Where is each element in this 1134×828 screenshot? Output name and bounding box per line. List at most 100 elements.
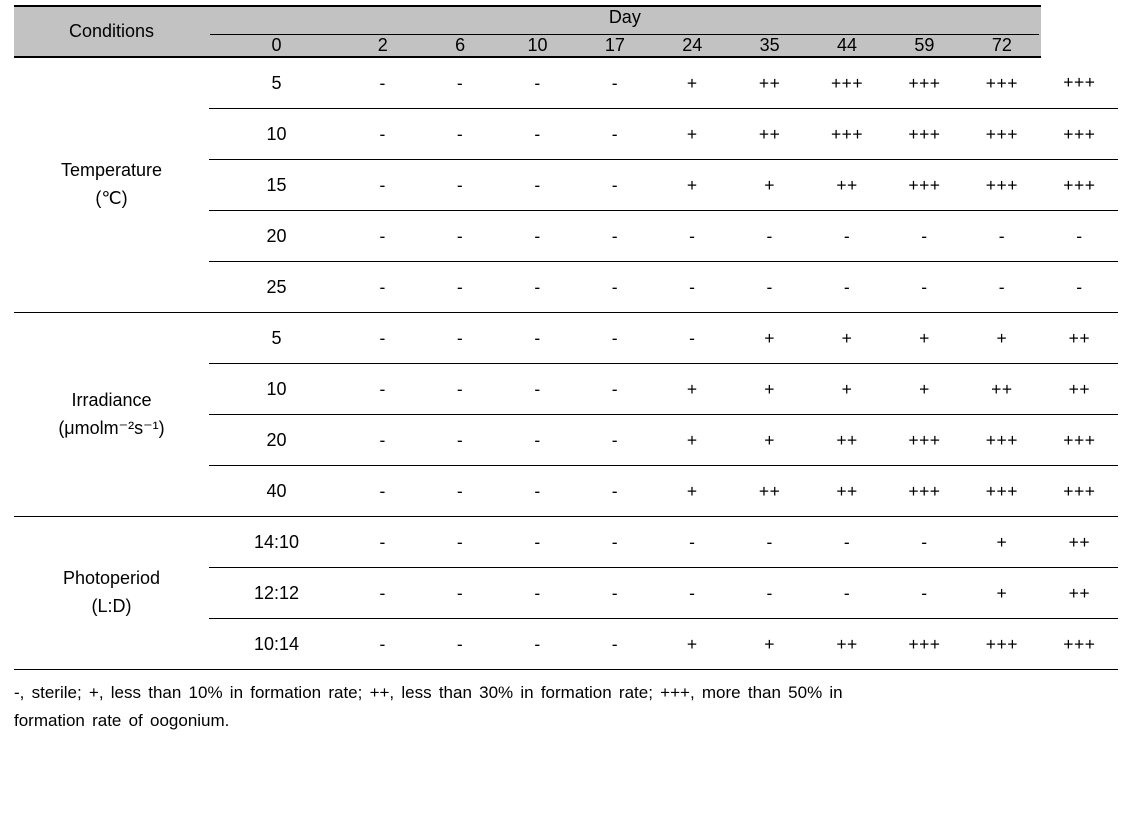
table-row: Temperature (℃) 5- - - - + ++ +++ +++ +++ +++ — [14, 57, 1118, 208]
footnote-line-2: formation rate of oogonium. — [14, 710, 230, 730]
row-sub-label: 10 — [209, 108, 344, 160]
cell-value: +++ — [1063, 72, 1096, 92]
cell-value: + — [885, 363, 964, 415]
cell-value: - — [498, 159, 577, 211]
cell-value: + — [963, 516, 1041, 568]
header-day-59: 59 — [885, 35, 964, 58]
row-sub-label: 40 — [209, 465, 344, 517]
cell-value: - — [421, 618, 499, 670]
table-bottom-rule — [14, 669, 1119, 670]
row-sub-label: 25 — [209, 261, 344, 313]
cell-value: + — [653, 414, 731, 466]
cell-value: - — [344, 414, 422, 466]
cell-value: +++ — [985, 72, 1018, 93]
cell-value: - — [808, 210, 886, 262]
cell-value: - — [421, 567, 499, 619]
group-label-unit: (L:D) — [91, 596, 132, 616]
row-sub-label: 10:14 — [209, 618, 344, 670]
cell-value: - — [808, 567, 886, 619]
header-day-72: 72 — [963, 35, 1041, 58]
row-sub-label: 15 — [209, 159, 344, 211]
cell-value: + — [885, 312, 964, 364]
table-row: Irradiance (μmolm⁻²s⁻¹) 5- - - - - + + + + ++ — [14, 312, 1119, 517]
cell-value: - — [344, 567, 422, 619]
cell-value: - — [421, 516, 499, 568]
cell-value: - — [808, 516, 886, 568]
group-label-name: Photoperiod — [62, 568, 161, 589]
cell-value: +++ — [1040, 465, 1119, 517]
cell-value: +++ — [808, 108, 886, 160]
cell-value: - — [344, 363, 422, 415]
cell-value: - — [344, 618, 422, 670]
cell-value: - — [963, 210, 1041, 262]
bottom-rule-cell — [14, 669, 1119, 670]
cell-value: +++ — [885, 414, 964, 466]
cell-value: + — [808, 363, 886, 415]
header-day-10: 10 — [498, 35, 577, 58]
cell-value: - — [576, 363, 654, 415]
cell-value: +++ — [1040, 108, 1119, 160]
cell-value: ++ — [730, 108, 809, 160]
cell-value: - — [498, 312, 577, 364]
group-label-cell: Irradiance (μmolm⁻²s⁻¹) — [14, 312, 209, 517]
group-label-cell: Temperature (℃) — [14, 57, 209, 313]
table-header: Conditions Day 0 2 6 10 17 24 35 44 59 72 — [14, 5, 1118, 58]
cell-value: - — [534, 72, 541, 93]
cell-value: - — [498, 108, 577, 160]
cell-value: - — [611, 72, 619, 93]
cell-value: - — [498, 210, 577, 262]
row-sub-label: 20 — [209, 210, 344, 262]
cell-value: - — [344, 159, 422, 211]
cell-value: - — [379, 72, 386, 93]
cell-value: - — [421, 414, 499, 466]
cell-value: +++ — [885, 108, 964, 160]
cell-value: + — [963, 312, 1041, 364]
cell-value: - — [1040, 210, 1119, 262]
cell-value: +++ — [963, 618, 1041, 670]
cell-value: - — [421, 312, 499, 364]
cell-value: - — [421, 159, 499, 211]
group-label-name: Temperature — [60, 160, 163, 181]
cell-value: +++ — [885, 159, 964, 211]
group-label-name: Irradiance — [71, 389, 152, 410]
group-label-cell: Photoperiod (L:D) — [14, 516, 209, 670]
cell-value: - — [344, 261, 422, 313]
table-figure: Conditions Day 0 2 6 10 17 24 35 44 59 72 Tempera… — [0, 0, 1134, 828]
header-row-group: Conditions Day — [14, 5, 1118, 58]
cell-value: - — [456, 72, 464, 93]
cell-value: - — [885, 567, 964, 619]
cell-value: - — [576, 261, 654, 313]
cell-value: - — [576, 210, 654, 262]
cell-value: - — [344, 210, 422, 262]
header-day-6: 6 — [421, 35, 499, 58]
cell-value: + — [653, 159, 731, 211]
cell-value: ++ — [1040, 363, 1119, 415]
cell-value: + — [686, 72, 698, 93]
cell-value: - — [885, 210, 964, 262]
cell-value: - — [421, 108, 499, 160]
header-day-0: 0 — [209, 35, 344, 58]
header-day-24: 24 — [653, 35, 731, 58]
header-conditions: Conditions — [14, 5, 209, 58]
cell-value: +++ — [1040, 618, 1119, 670]
cell-value: - — [344, 516, 422, 568]
row-sub-label: 14:10 — [209, 516, 344, 568]
cell-value: +++ — [963, 108, 1041, 160]
cell-value: - — [576, 108, 654, 160]
cell-value: - — [498, 465, 577, 517]
group-label-unit: (℃) — [95, 188, 128, 208]
cell-value: ++ — [808, 159, 886, 211]
row-sub-label: 5 — [209, 312, 344, 364]
cell-value: - — [885, 516, 964, 568]
cell-value: + — [730, 159, 809, 211]
cell-value: - — [344, 108, 422, 160]
cell-value: - — [653, 261, 731, 313]
cell-value: - — [576, 618, 654, 670]
cell-value: + — [730, 312, 809, 364]
cell-value: - — [498, 261, 577, 313]
cell-value: +++ — [830, 72, 864, 93]
cell-value: ++ — [808, 414, 886, 466]
cell-value: - — [498, 567, 577, 619]
cell-value: - — [730, 516, 809, 568]
cell-value: - — [576, 465, 654, 517]
